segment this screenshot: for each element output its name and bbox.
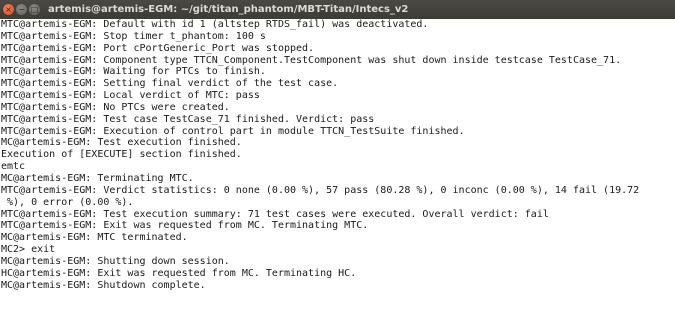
terminal-line: MC2> exit	[1, 244, 56, 256]
terminal-line: MTC@artemis-EGM: Test case TestCase_71 f…	[1, 113, 375, 125]
title-bar[interactable]: × − □ artemis@artemis-EGM: ~/git/titan_p…	[0, 0, 675, 19]
maximize-icon[interactable]: □	[29, 4, 40, 15]
terminal-line: MC@artemis-EGM: MTC terminated.	[1, 232, 188, 244]
minimize-icon[interactable]: −	[16, 4, 27, 15]
terminal-window: × − □ artemis@artemis-EGM: ~/git/titan_p…	[0, 0, 675, 318]
terminal-line: MTC@artemis-EGM: No PTCs were created.	[1, 101, 230, 113]
terminal-line: MC@artemis-EGM: Test execution finished.	[1, 137, 242, 149]
terminal-line: emtc	[1, 161, 26, 173]
terminal-line: MC@artemis-EGM: Shutting down session.	[1, 255, 230, 267]
terminal-line: MTC@artemis-EGM: Default with id 1 (alts…	[1, 19, 429, 30]
terminal-output[interactable]: MTC@artemis-EGM: Default with id 1 (alts…	[0, 19, 675, 318]
terminal-line: MTC@artemis-EGM: Component type TTCN_Com…	[1, 54, 622, 66]
terminal-line: Execution of [EXECUTE] section finished.	[1, 149, 242, 161]
terminal-line: %), 0 error (0.00 %).	[1, 196, 134, 208]
terminal-line: MC@artemis-EGM: Shutdown complete.	[1, 279, 206, 291]
terminal-line: HC@artemis-EGM: Exit was requested from …	[1, 267, 357, 279]
terminal-line: MTC@artemis-EGM: Local verdict of MTC: p…	[1, 90, 260, 102]
terminal-line: MTC@artemis-EGM: Test execution summary:…	[1, 208, 549, 220]
terminal-line: MTC@artemis-EGM: Port cPortGeneric_Port …	[1, 42, 315, 54]
window-title: artemis@artemis-EGM: ~/git/titan_phantom…	[48, 4, 409, 15]
terminal-line: MTC@artemis-EGM: Exit was requested from…	[1, 220, 369, 232]
terminal-line: MTC@artemis-EGM: Verdict statistics: 0 n…	[1, 184, 640, 196]
terminal-line: MC@artemis-EGM: Terminating MTC.	[1, 172, 194, 184]
terminal-line: MTC@artemis-EGM: Waiting for PTCs to fin…	[1, 66, 266, 78]
close-icon[interactable]: ×	[3, 4, 14, 15]
terminal-line: MTC@artemis-EGM: Stop timer t_phantom: 1…	[1, 30, 266, 42]
terminal-line: MTC@artemis-EGM: Setting final verdict o…	[1, 78, 339, 90]
terminal-line: MTC@artemis-EGM: Execution of control pa…	[1, 125, 465, 137]
